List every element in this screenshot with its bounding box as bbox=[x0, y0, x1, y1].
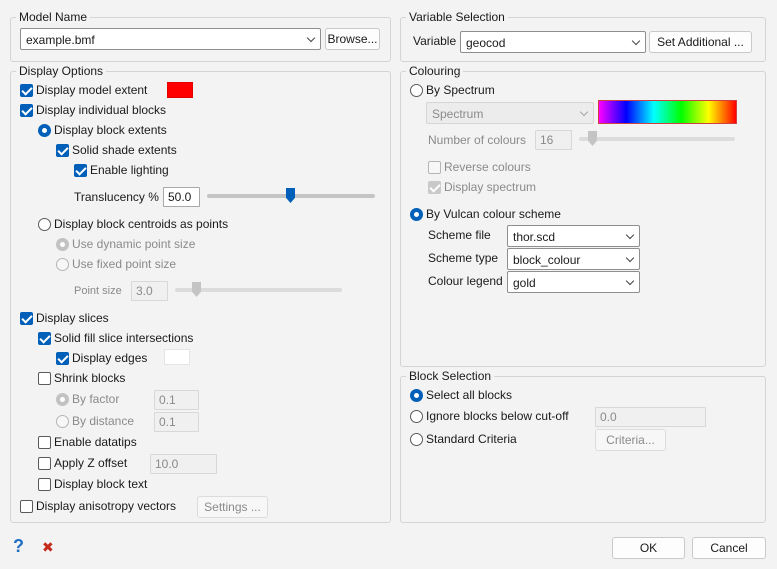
enable-lighting-checkbox[interactable] bbox=[74, 164, 87, 177]
colouring-legend: Colouring bbox=[406, 64, 464, 78]
colour-legend-label: Colour legend bbox=[428, 274, 503, 288]
close-icon[interactable]: ✖ bbox=[42, 538, 54, 556]
model-extent-color-swatch[interactable] bbox=[167, 82, 193, 98]
number-of-colours-slider-track[interactable] bbox=[579, 137, 735, 141]
by-vulcan-scheme-radio[interactable] bbox=[410, 208, 423, 221]
reverse-colours-label: Reverse colours bbox=[444, 160, 531, 174]
apply-z-offset-label: Apply Z offset bbox=[54, 456, 128, 470]
apply-z-offset-checkbox[interactable] bbox=[38, 457, 51, 470]
variable-value: geocod bbox=[466, 36, 506, 50]
scheme-type-combo[interactable]: block_colour bbox=[507, 248, 640, 270]
z-offset-input[interactable]: 10.0 bbox=[150, 454, 217, 474]
spectrum-preview-bar bbox=[598, 100, 737, 124]
display-individual-blocks-checkbox[interactable] bbox=[20, 104, 33, 117]
select-all-blocks-radio[interactable] bbox=[410, 389, 423, 402]
variable-label: Variable bbox=[413, 34, 457, 48]
colour-legend-value: gold bbox=[513, 276, 536, 290]
use-dynamic-point-size-radio[interactable] bbox=[56, 238, 69, 251]
standard-criteria-label: Standard Criteria bbox=[426, 432, 517, 446]
anisotropy-settings-button[interactable]: Settings ... bbox=[197, 496, 268, 518]
translucency-label: Translucency % bbox=[74, 190, 159, 204]
display-edges-color-swatch[interactable] bbox=[164, 349, 190, 365]
ignore-below-cutoff-radio[interactable] bbox=[410, 410, 423, 423]
model-name-value: example.bmf bbox=[26, 33, 95, 47]
model-name-legend: Model Name bbox=[16, 10, 91, 24]
by-factor-radio[interactable] bbox=[56, 393, 69, 406]
solid-fill-slice-checkbox[interactable] bbox=[38, 332, 51, 345]
solid-fill-slice-label: Solid fill slice intersections bbox=[54, 331, 194, 345]
solid-shade-extents-label: Solid shade extents bbox=[72, 143, 177, 157]
spectrum-combo[interactable]: Spectrum bbox=[426, 102, 594, 124]
cutoff-input[interactable]: 0.0 bbox=[595, 407, 706, 427]
help-icon[interactable]: ? bbox=[13, 536, 24, 556]
number-of-colours-label: Number of colours bbox=[428, 133, 527, 147]
by-distance-label: By distance bbox=[72, 414, 135, 428]
use-fixed-point-size-radio[interactable] bbox=[56, 258, 69, 271]
standard-criteria-radio[interactable] bbox=[410, 433, 423, 446]
display-block-extents-radio[interactable] bbox=[38, 124, 51, 137]
block-selection-legend: Block Selection bbox=[406, 369, 495, 383]
by-factor-label: By factor bbox=[72, 392, 120, 406]
display-model-extent-checkbox[interactable] bbox=[20, 84, 33, 97]
solid-shade-extents-checkbox[interactable] bbox=[56, 144, 69, 157]
display-spectrum-label: Display spectrum bbox=[444, 180, 537, 194]
display-model-extent-label: Display model extent bbox=[36, 83, 148, 97]
translucency-input[interactable]: 50.0 bbox=[163, 187, 200, 207]
shrink-blocks-label: Shrink blocks bbox=[54, 371, 126, 385]
enable-lighting-label: Enable lighting bbox=[90, 163, 169, 177]
browse-button[interactable]: Browse... bbox=[325, 28, 380, 50]
variable-combo[interactable]: geocod bbox=[460, 31, 646, 53]
display-block-extents-label: Display block extents bbox=[54, 123, 167, 137]
display-spectrum-checkbox[interactable] bbox=[428, 181, 441, 194]
display-edges-label: Display edges bbox=[72, 351, 148, 365]
display-slices-label: Display slices bbox=[36, 311, 109, 325]
point-size-input[interactable]: 3.0 bbox=[131, 281, 168, 301]
chevron-down-icon bbox=[625, 276, 635, 286]
scheme-type-label: Scheme type bbox=[428, 251, 499, 265]
ok-button[interactable]: OK bbox=[612, 537, 685, 559]
chevron-down-icon bbox=[625, 230, 635, 240]
display-block-centroids-label: Display block centroids as points bbox=[54, 217, 229, 231]
spectrum-value: Spectrum bbox=[432, 107, 484, 121]
shrink-blocks-checkbox[interactable] bbox=[38, 372, 51, 385]
reverse-colours-checkbox[interactable] bbox=[428, 161, 441, 174]
point-size-label: Point size bbox=[74, 285, 122, 297]
criteria-button[interactable]: Criteria... bbox=[595, 429, 666, 451]
ignore-below-cutoff-label: Ignore blocks below cut-off bbox=[426, 409, 569, 423]
display-anisotropy-vectors-checkbox[interactable] bbox=[20, 500, 33, 513]
enable-datatips-checkbox[interactable] bbox=[38, 436, 51, 449]
enable-datatips-label: Enable datatips bbox=[54, 435, 137, 449]
display-individual-blocks-label: Display individual blocks bbox=[36, 103, 167, 117]
chevron-down-icon bbox=[631, 36, 641, 46]
chevron-down-icon bbox=[306, 33, 316, 43]
scheme-type-value: block_colour bbox=[513, 253, 581, 267]
use-fixed-point-size-label: Use fixed point size bbox=[72, 257, 177, 271]
display-block-centroids-radio[interactable] bbox=[38, 218, 51, 231]
by-distance-input[interactable]: 0.1 bbox=[154, 412, 199, 432]
by-factor-input[interactable]: 0.1 bbox=[154, 390, 199, 410]
colour-legend-combo[interactable]: gold bbox=[507, 271, 640, 293]
cancel-button[interactable]: Cancel bbox=[692, 537, 766, 559]
display-block-text-label: Display block text bbox=[54, 477, 148, 491]
variable-selection-legend: Variable Selection bbox=[406, 10, 508, 24]
display-block-text-checkbox[interactable] bbox=[38, 478, 51, 491]
by-vulcan-scheme-label: By Vulcan colour scheme bbox=[426, 207, 561, 221]
use-dynamic-point-size-label: Use dynamic point size bbox=[72, 237, 196, 251]
by-distance-radio[interactable] bbox=[56, 415, 69, 428]
chevron-down-icon bbox=[579, 107, 589, 117]
scheme-file-label: Scheme file bbox=[428, 228, 491, 242]
by-spectrum-radio[interactable] bbox=[410, 84, 423, 97]
display-slices-checkbox[interactable] bbox=[20, 312, 33, 325]
by-spectrum-label: By Spectrum bbox=[426, 83, 495, 97]
display-edges-checkbox[interactable] bbox=[56, 352, 69, 365]
set-additional-button[interactable]: Set Additional ... bbox=[649, 31, 752, 53]
select-all-blocks-label: Select all blocks bbox=[426, 388, 513, 402]
display-options-legend: Display Options bbox=[16, 64, 107, 78]
display-anisotropy-vectors-label: Display anisotropy vectors bbox=[36, 499, 177, 513]
scheme-file-value: thor.scd bbox=[513, 230, 556, 244]
model-name-combo[interactable]: example.bmf bbox=[20, 28, 321, 50]
number-of-colours-input[interactable]: 16 bbox=[535, 130, 572, 150]
chevron-down-icon bbox=[625, 253, 635, 263]
scheme-file-combo[interactable]: thor.scd bbox=[507, 225, 640, 247]
